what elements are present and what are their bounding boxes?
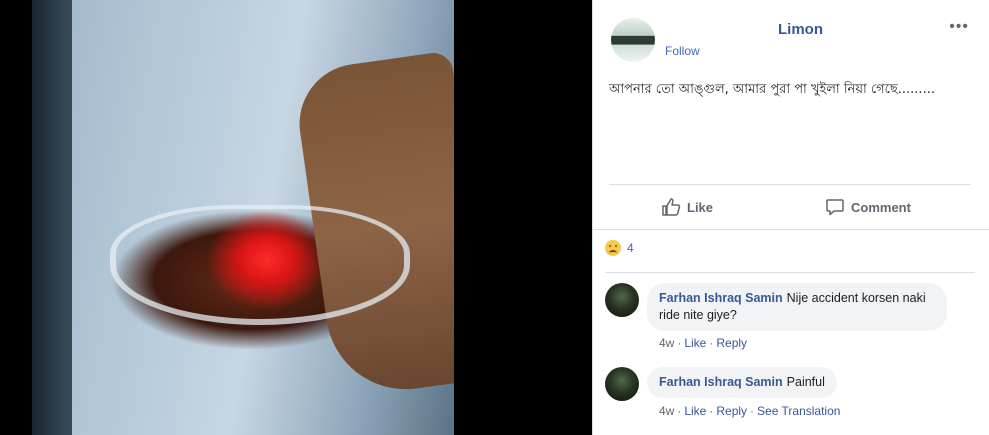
comment-author[interactable]: Farhan Ishraq Samin — [659, 375, 783, 389]
comment-reply-link[interactable]: Reply — [716, 404, 747, 418]
post-panel: Limon Follow ••• আপনার তো আঙ্গুল, আমার প… — [592, 0, 989, 435]
comment-meta: 4w · Like · Reply — [659, 336, 748, 350]
page-avatar[interactable] — [611, 18, 655, 62]
comment-meta: 4w · Like · Reply · See Translation — [659, 404, 841, 418]
like-label: Like — [687, 199, 714, 215]
commenter-avatar[interactable] — [605, 283, 639, 317]
post-actions: Like Comment — [609, 186, 971, 228]
photo-shadow — [32, 0, 72, 435]
comment-time[interactable]: 4w — [659, 336, 674, 350]
divider — [593, 229, 989, 230]
comment-author[interactable]: Farhan Ishraq Samin — [659, 291, 783, 305]
post-photo[interactable] — [32, 0, 454, 435]
comment-button[interactable]: Comment — [825, 186, 989, 228]
reaction-summary[interactable]: 4 — [605, 240, 634, 256]
see-translation-link[interactable]: See Translation — [757, 404, 840, 418]
comment-reply-link[interactable]: Reply — [716, 336, 747, 350]
follow-button[interactable]: Follow — [665, 44, 700, 58]
comment-item: Farhan Ishraq Samin Painful 4w · Like · Reply… — [605, 367, 975, 427]
reaction-count: 4 — [627, 241, 634, 255]
sad-reaction-icon — [605, 240, 621, 256]
divider — [609, 184, 971, 185]
thumbs-up-icon — [661, 197, 681, 217]
page-name-link[interactable]: Limon — [778, 21, 823, 38]
post-header: Limon Follow ••• — [593, 0, 989, 70]
comment-bubble: Farhan Ishraq Samin Painful — [647, 367, 837, 398]
comment-bubble-icon — [825, 197, 845, 217]
photo-viewer — [0, 0, 592, 435]
comment-label: Comment — [851, 199, 911, 215]
photo-torn-jeans — [110, 205, 410, 325]
comment-text: Painful — [786, 375, 825, 389]
divider — [605, 272, 975, 273]
commenter-avatar[interactable] — [605, 367, 639, 401]
like-button[interactable]: Like — [661, 186, 713, 228]
post-text: আপনার তো আঙ্গুল, আমার পুরা পা খুইলা নিয়… — [609, 82, 935, 97]
comment-time[interactable]: 4w — [659, 404, 674, 418]
comment-like-link[interactable]: Like — [684, 404, 706, 418]
more-options-icon[interactable]: ••• — [949, 18, 969, 36]
comment-like-link[interactable]: Like — [684, 336, 706, 350]
comment-item: Farhan Ishraq Samin Nije accident korsen … — [605, 283, 975, 353]
comment-bubble: Farhan Ishraq Samin Nije accident korsen … — [647, 283, 947, 331]
